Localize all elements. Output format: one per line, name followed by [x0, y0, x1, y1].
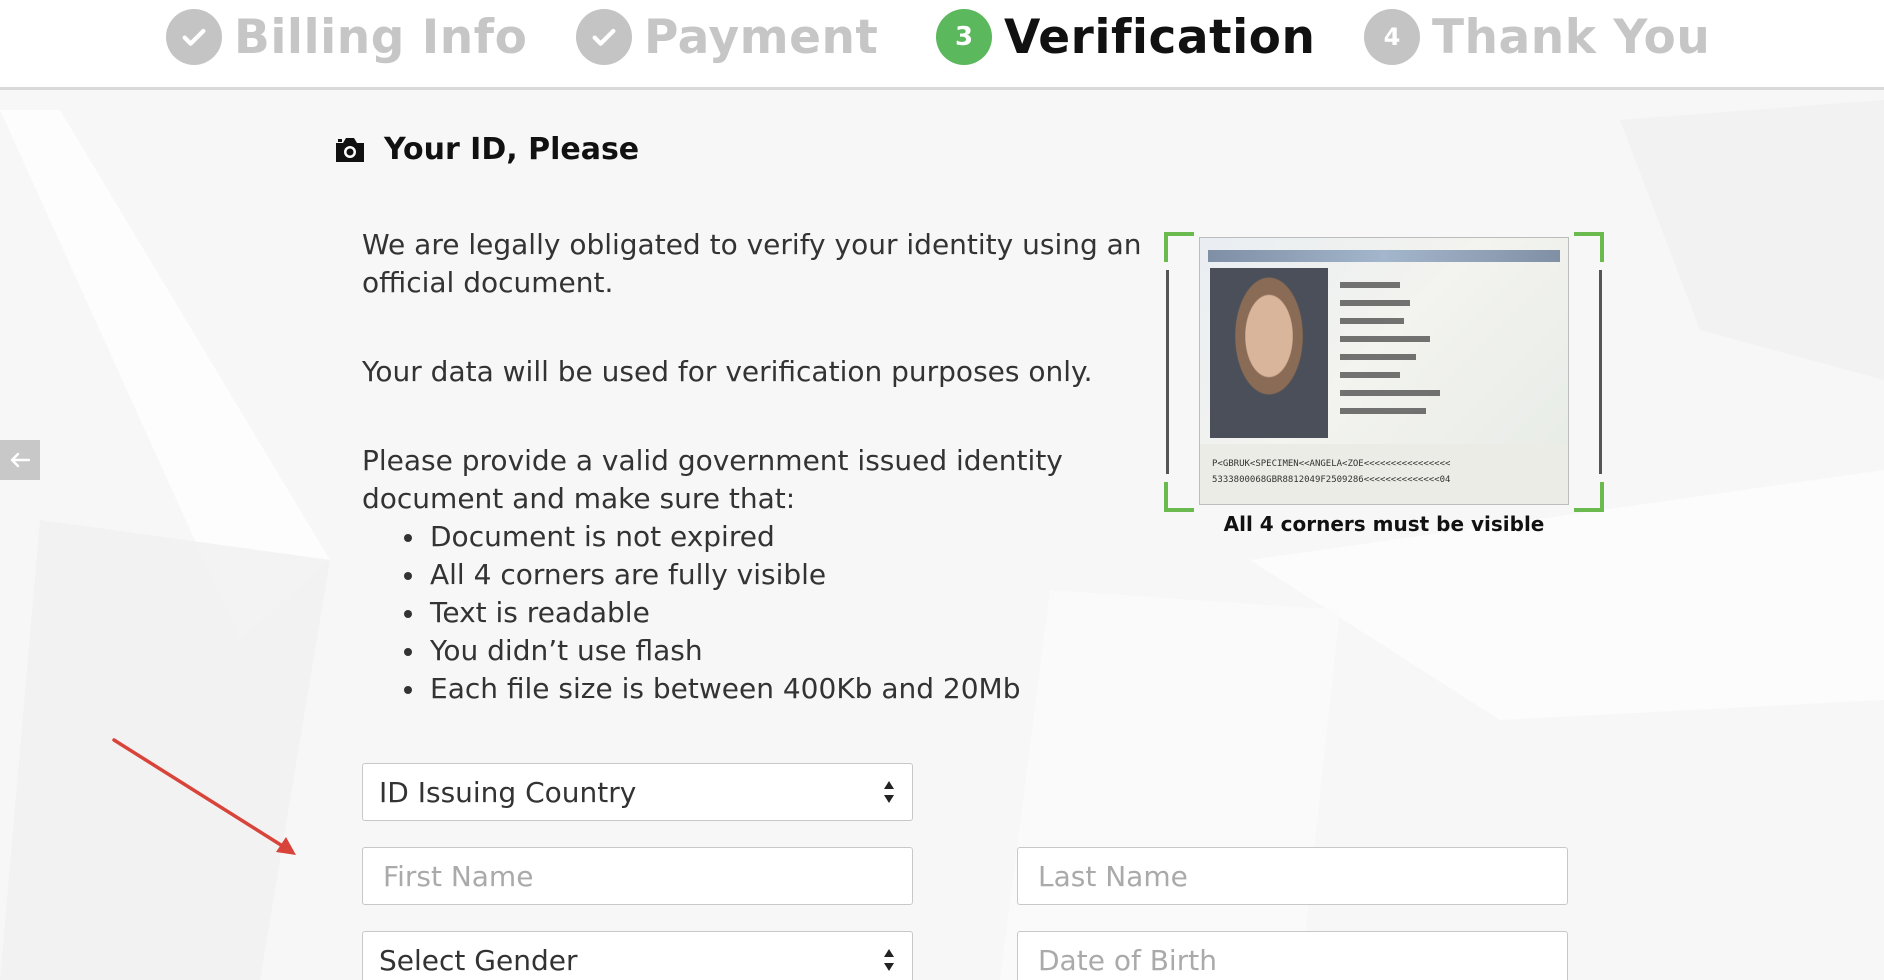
- passport-field: [1340, 390, 1440, 396]
- verification-page: Billing Info Payment 3 Verification 4 Th…: [0, 0, 1884, 980]
- last-name-field[interactable]: [1017, 847, 1568, 905]
- id-issuing-country-select[interactable]: ID Issuing Country: [362, 763, 913, 821]
- step-verification[interactable]: 3 Verification: [936, 4, 1315, 70]
- privacy-notice: Your data will be used for verification …: [362, 355, 1093, 388]
- sample-passport-image: P<GBRUK<SPECIMEN<<ANGELA<ZOE<<<<<<<<<<<<…: [1199, 237, 1569, 505]
- arrow-left-icon: [10, 452, 30, 468]
- passport-photo: [1210, 268, 1328, 438]
- step-number-badge: 4: [1364, 9, 1420, 65]
- back-arrow-button[interactable]: [0, 440, 40, 480]
- sample-id-frame: P<GBRUK<SPECIMEN<<ANGELA<ZOE<<<<<<<<<<<<…: [1164, 232, 1604, 512]
- list-item: Text is readable: [398, 594, 1142, 632]
- checkmark-icon: [166, 9, 222, 65]
- passport-field: [1340, 318, 1404, 324]
- date-of-birth-field[interactable]: [1017, 931, 1568, 980]
- passport-header-band: [1208, 250, 1560, 262]
- gender-select[interactable]: Select Gender: [362, 931, 913, 980]
- passport-field: [1340, 372, 1400, 378]
- requirements-intro: Please provide a valid government issued…: [362, 444, 1063, 515]
- frame-corner: [1164, 482, 1194, 512]
- step-label: Thank You: [1432, 9, 1711, 65]
- checkmark-icon: [576, 9, 632, 65]
- step-number-badge: 3: [936, 9, 992, 65]
- list-item: Each file size is between 400Kb and 20Mb: [398, 670, 1142, 708]
- sample-caption: All 4 corners must be visible: [1223, 512, 1545, 536]
- checkout-stepper: Billing Info Payment 3 Verification 4 Th…: [0, 0, 1884, 90]
- passport-field: [1340, 282, 1400, 288]
- step-label: Billing Info: [234, 9, 528, 65]
- step-thank-you[interactable]: 4 Thank You: [1364, 4, 1710, 70]
- section-header: Your ID, Please: [334, 132, 639, 167]
- passport-mrz: P<GBRUK<SPECIMEN<<ANGELA<ZOE<<<<<<<<<<<<…: [1200, 444, 1568, 504]
- page-title: Your ID, Please: [384, 132, 640, 167]
- passport-field: [1340, 408, 1426, 414]
- passport-field: [1340, 354, 1416, 360]
- list-item: You didn’t use flash: [398, 632, 1142, 670]
- select-value: Select Gender: [379, 943, 578, 977]
- frame-corner: [1574, 232, 1604, 262]
- select-arrows-icon: [884, 949, 894, 971]
- list-item: Document is not expired: [398, 518, 1142, 556]
- step-label: Verification: [1004, 9, 1316, 65]
- annotation-arrow-icon: [112, 738, 296, 855]
- frame-edge: [1166, 270, 1169, 474]
- frame-edge: [1599, 270, 1602, 474]
- list-item: All 4 corners are fully visible: [398, 556, 1142, 594]
- legal-notice: We are legally obligated to verify your …: [362, 228, 1142, 299]
- mrz-line: 5333800068GBR8812049F2509286<<<<<<<<<<<<…: [1212, 475, 1451, 485]
- select-value: ID Issuing Country: [379, 775, 637, 809]
- passport-field: [1340, 300, 1410, 306]
- step-payment[interactable]: Payment: [576, 4, 878, 70]
- camera-icon: [336, 137, 364, 162]
- mrz-line: P<GBRUK<SPECIMEN<<ANGELA<ZOE<<<<<<<<<<<<…: [1212, 459, 1451, 469]
- step-billing-info[interactable]: Billing Info: [166, 4, 527, 70]
- passport-field: [1340, 336, 1430, 342]
- instructions: We are legally obligated to verify your …: [362, 226, 1142, 708]
- frame-corner: [1164, 232, 1194, 262]
- frame-corner: [1574, 482, 1604, 512]
- step-label: Payment: [644, 9, 879, 65]
- first-name-field[interactable]: [362, 847, 913, 905]
- select-arrows-icon: [884, 781, 894, 803]
- requirements-list: Document is not expired All 4 corners ar…: [398, 518, 1142, 708]
